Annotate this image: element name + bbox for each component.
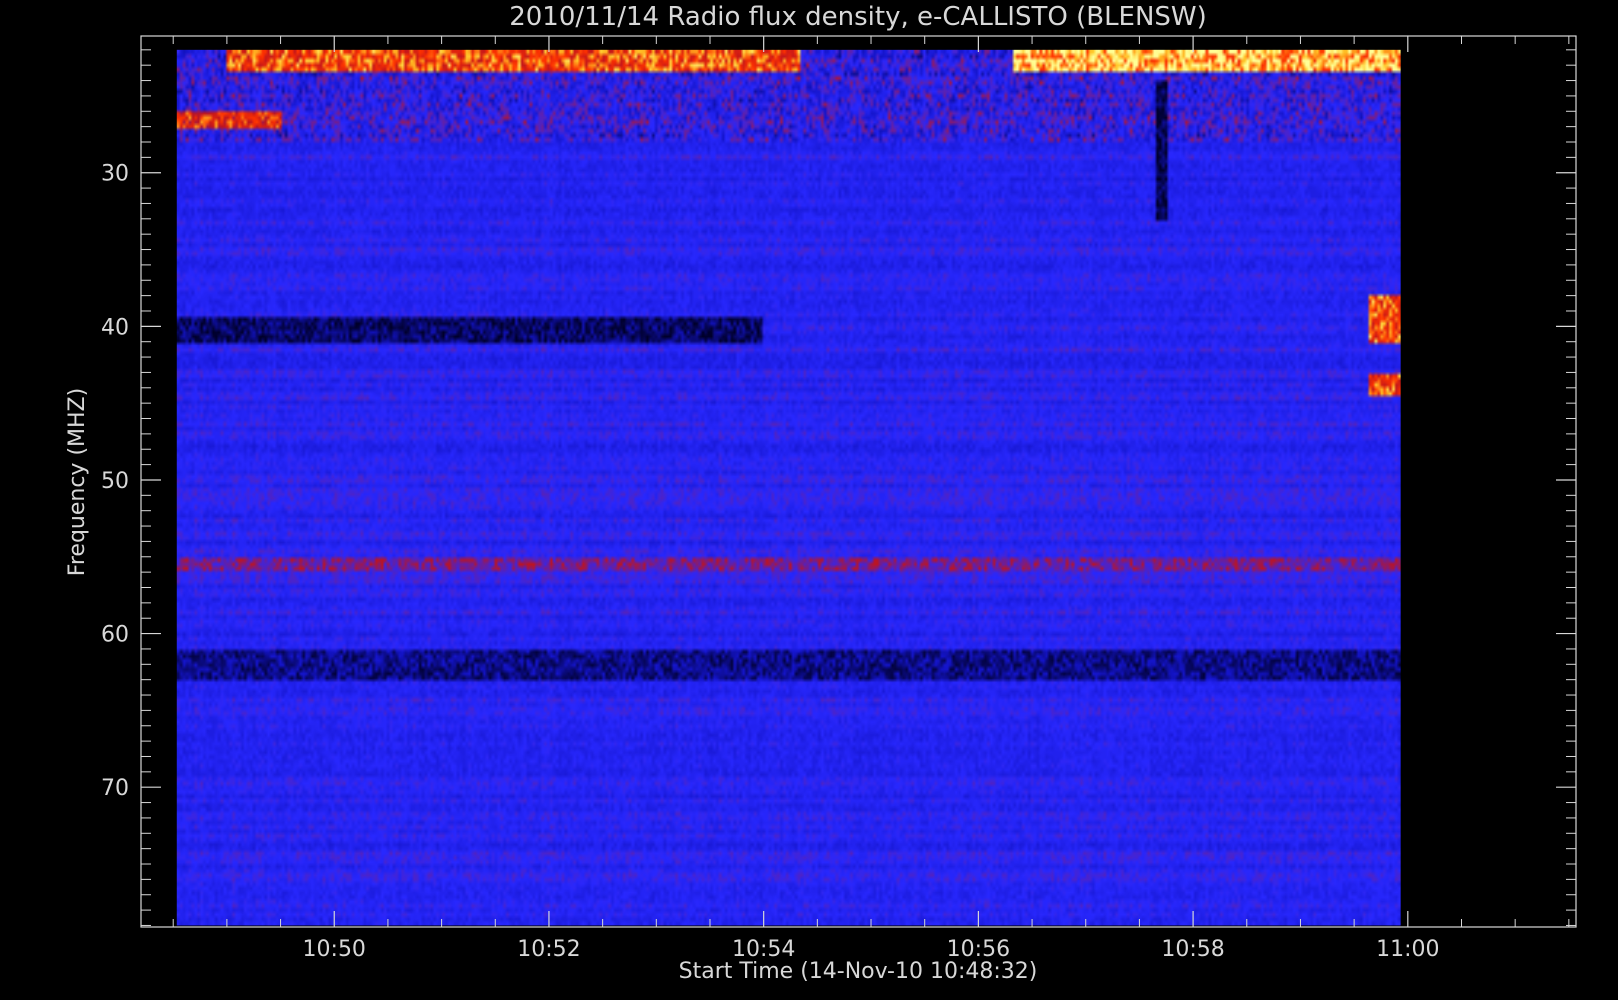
y-tick-label: 30 — [101, 162, 129, 187]
x-tick-label: 11:00 — [1376, 937, 1439, 962]
y-axis-label: Frequency (MHZ) — [65, 388, 90, 576]
x-tick-label: 10:52 — [517, 937, 580, 962]
x-tick-label: 10:58 — [1161, 937, 1224, 962]
heatmap — [176, 49, 1401, 926]
x-tick-label: 10:50 — [303, 937, 366, 962]
y-tick-label: 60 — [101, 623, 129, 648]
x-axis-label: Start Time (14-Nov-10 10:48:32) — [679, 959, 1038, 984]
chart-title: 2010/11/14 Radio flux density, e-CALLIST… — [509, 2, 1207, 32]
y-tick-label: 40 — [101, 315, 129, 340]
y-tick-label: 70 — [101, 776, 129, 801]
y-tick-label: 50 — [101, 469, 129, 494]
spectrogram-image — [176, 49, 1401, 926]
spectrogram-chart: 10:50 10:52 10:54 10:56 10:58 11:003040506070… — [0, 0, 1618, 1000]
